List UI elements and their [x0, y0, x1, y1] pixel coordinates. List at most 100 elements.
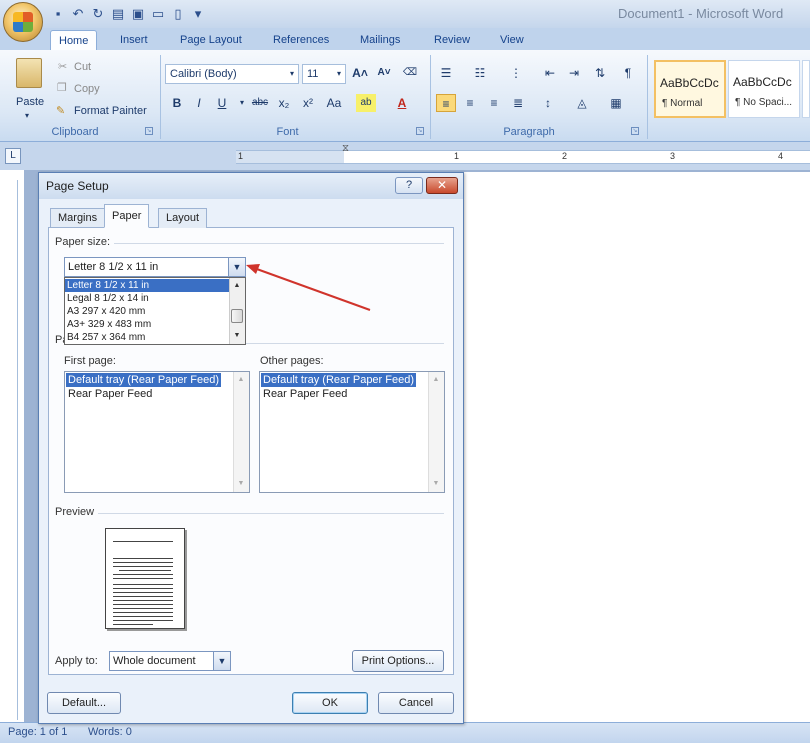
font-name-dropdown-icon[interactable]: ▾ [290, 66, 294, 82]
style-no-spacing[interactable]: AaBbCcDc ¶ No Spaci... [728, 60, 800, 118]
undo-icon[interactable]: ↶ [70, 6, 86, 22]
sort-icon[interactable]: ⇅ [590, 64, 610, 82]
borders-icon[interactable]: ▦ [606, 94, 626, 112]
superscript-icon[interactable]: x² [298, 94, 318, 112]
paper-size-select[interactable]: Letter 8 1/2 x 11 in [64, 257, 246, 277]
list-item[interactable]: Legal 8 1/2 x 14 in [65, 292, 229, 305]
style-normal[interactable]: AaBbCcDc ¶ Normal [654, 60, 726, 118]
italic-icon[interactable]: I [189, 94, 209, 112]
font-size-dropdown-icon[interactable]: ▾ [337, 66, 341, 82]
format-painter-button[interactable]: Format Painter [74, 103, 147, 119]
tab-margins[interactable]: Margins [50, 208, 106, 228]
bold-icon[interactable]: B [167, 94, 187, 112]
paste-button[interactable]: Paste [16, 94, 44, 110]
paper-size-label: Paper size: [55, 236, 115, 248]
underline-dropdown-icon[interactable]: ▾ [232, 94, 252, 112]
redo-icon[interactable]: ↻ [90, 6, 106, 22]
align-right-icon[interactable]: ≡ [484, 94, 504, 112]
group-separator [430, 55, 431, 139]
shading-icon[interactable]: ◬ [572, 94, 592, 112]
office-logo-icon [13, 12, 33, 32]
align-center-icon[interactable]: ≡ [460, 94, 480, 112]
font-group-label: Font [276, 126, 299, 138]
tab-page-layout[interactable]: Page Layout [172, 30, 250, 50]
tab-insert[interactable]: Insert [112, 30, 156, 50]
align-left-icon[interactable]: ≡ [436, 94, 456, 112]
indent-marker-icon[interactable]: ⧖ [342, 144, 349, 154]
tab-mailings[interactable]: Mailings [352, 30, 408, 50]
bullets-icon[interactable]: ☰ [436, 64, 456, 82]
scroll-down-icon[interactable]: ▼ [429, 478, 443, 490]
tab-references[interactable]: References [265, 30, 337, 50]
cut-button[interactable]: Cut [74, 59, 91, 75]
shrink-font-icon[interactable]: A˅ [374, 64, 394, 82]
grow-font-icon[interactable]: A˄ [350, 64, 370, 82]
list-item[interactable]: A3 297 x 420 mm [65, 305, 229, 318]
copy-button[interactable]: Copy [74, 81, 100, 97]
tab-selector[interactable]: L [5, 148, 21, 164]
group-separator [647, 55, 648, 139]
page-count[interactable]: Page: 1 of 1 [8, 726, 67, 738]
decrease-indent-icon[interactable]: ⇤ [540, 64, 560, 82]
highlight-icon[interactable]: ab [356, 94, 376, 112]
scroll-down-icon[interactable]: ▼ [234, 478, 248, 490]
justify-icon[interactable]: ≣ [508, 94, 528, 112]
list-item[interactable]: Letter 8 1/2 x 11 in [65, 279, 229, 292]
dropdown-arrow-icon[interactable]: ▼ [213, 652, 230, 670]
open-icon[interactable]: ▭ [150, 6, 166, 22]
new-icon[interactable]: ▯ [170, 6, 186, 22]
quick-print-icon[interactable]: ▤ [110, 6, 126, 22]
multilevel-list-icon[interactable]: ⋮ [506, 64, 526, 82]
preview-text-line [113, 612, 173, 613]
scroll-up-icon[interactable]: ▲ [429, 374, 443, 386]
list-item[interactable]: B4 257 x 364 mm [65, 331, 229, 344]
list-scrollbar[interactable] [428, 372, 444, 492]
list-scrollbar[interactable] [233, 372, 249, 492]
print-preview-icon[interactable]: ▣ [130, 6, 146, 22]
office-button[interactable] [3, 2, 43, 42]
increase-indent-icon[interactable]: ⇥ [564, 64, 584, 82]
font-color-icon[interactable]: A [392, 94, 412, 112]
clear-formatting-icon[interactable]: ⌫ [400, 64, 420, 82]
cancel-button[interactable]: Cancel [378, 692, 454, 714]
format-painter-icon: ✎ [56, 105, 66, 117]
clipboard-launcher-icon[interactable]: ↘ [145, 127, 153, 135]
document-page[interactable] [464, 172, 810, 722]
list-item[interactable]: A3+ 329 x 483 mm [65, 318, 229, 331]
show-marks-icon[interactable]: ¶ [618, 64, 638, 82]
word-count[interactable]: Words: 0 [88, 726, 132, 738]
print-options-button[interactable]: Print Options... [352, 650, 444, 672]
underline-icon[interactable]: U [212, 94, 232, 112]
scroll-down-icon[interactable]: ▼ [230, 330, 244, 342]
font-launcher-icon[interactable]: ↘ [416, 127, 424, 135]
font-name-field[interactable]: Calibri (Body) [165, 64, 299, 84]
tab-layout[interactable]: Layout [158, 208, 208, 228]
default-button[interactable]: Default... [47, 692, 121, 714]
tab-review[interactable]: Review [426, 30, 478, 50]
tab-home[interactable]: Home [50, 30, 98, 50]
subscript-icon[interactable]: x₂ [274, 94, 294, 112]
line-spacing-icon[interactable]: ↕ [538, 94, 558, 112]
list-item[interactable]: Default tray (Rear Paper Feed) [261, 373, 417, 387]
paragraph-launcher-icon[interactable]: ↘ [631, 127, 639, 135]
numbering-icon[interactable]: ☷ [470, 64, 490, 82]
change-case-icon[interactable]: Aa [324, 94, 344, 112]
list-item[interactable]: Rear Paper Feed [261, 387, 349, 401]
first-page-label: First page: [64, 355, 120, 367]
strikethrough-icon[interactable]: abc [250, 94, 270, 112]
paste-icon[interactable] [16, 58, 42, 88]
list-item[interactable]: Rear Paper Feed [66, 387, 154, 401]
vertical-ruler[interactable] [4, 180, 18, 720]
close-button[interactable]: ✕ [426, 177, 458, 194]
paste-dropdown-icon[interactable]: ▾ [25, 108, 29, 124]
help-button[interactable]: ? [395, 177, 423, 194]
save-icon[interactable]: ▪ [50, 6, 66, 22]
tab-paper[interactable]: Paper [104, 204, 150, 228]
ok-button[interactable]: OK [292, 692, 368, 714]
tab-view[interactable]: View [492, 30, 532, 50]
scroll-up-icon[interactable]: ▲ [234, 374, 248, 386]
style-heading-1[interactable] [802, 60, 810, 118]
customize-qat-icon[interactable]: ▾ [190, 6, 206, 22]
style-no-spacing-preview: AaBbCcDc [733, 75, 792, 89]
list-item[interactable]: Default tray (Rear Paper Feed) [66, 373, 222, 387]
